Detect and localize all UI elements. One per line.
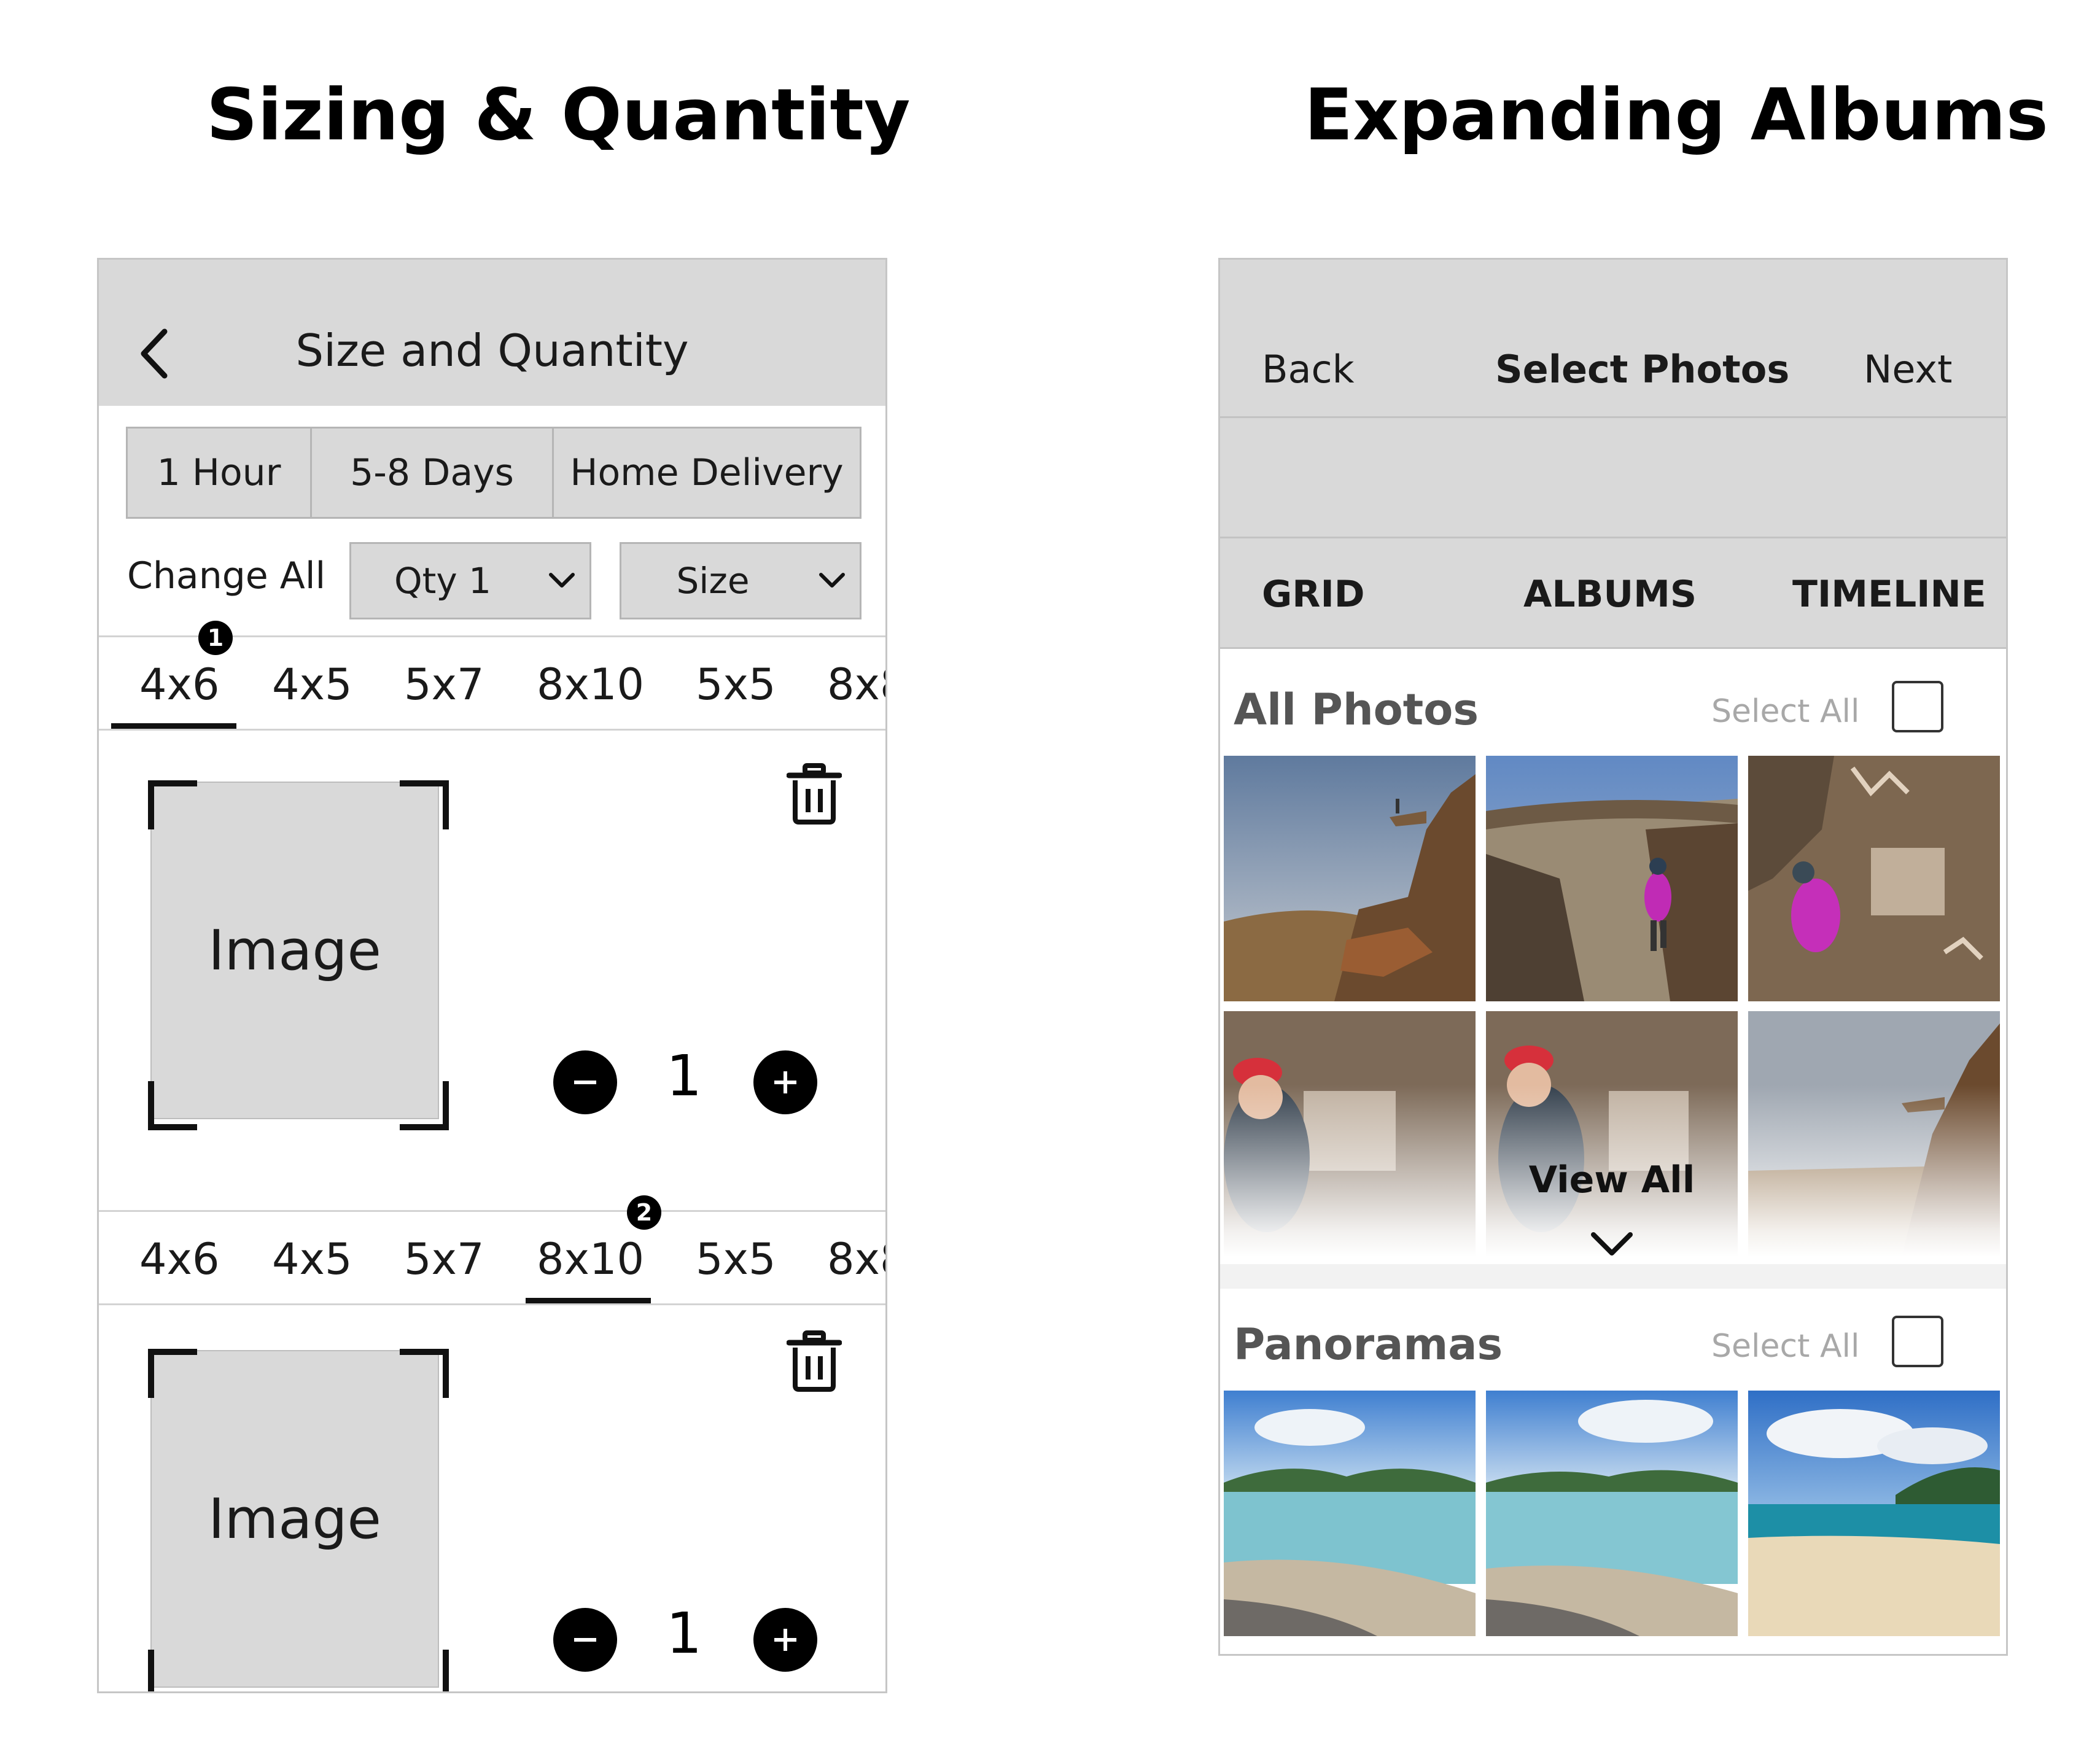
selected-size-indicator <box>111 723 236 729</box>
photo-thumbnail[interactable] <box>1224 756 1476 1001</box>
size-tabs: 4x6 4x5 5x7 8x10 5x5 8x8 <box>99 1212 885 1304</box>
fade-overlay <box>1748 1085 2000 1257</box>
crop-corner <box>400 780 449 829</box>
minus-icon <box>574 1081 596 1084</box>
select-photos-screen: Back Select Photos Next GRID ALBUMS TIME… <box>1218 258 2008 1656</box>
tab-grid[interactable]: GRID <box>1262 573 1365 616</box>
album-title-all-photos: All Photos <box>1234 685 1479 735</box>
image-placeholder[interactable]: Image <box>150 1350 439 1688</box>
size-tab-5x7[interactable]: 5x7 <box>404 659 484 710</box>
crop-corner <box>148 1349 197 1398</box>
photo-thumbnail[interactable] <box>1486 1391 1738 1636</box>
crop-corner <box>400 1349 449 1398</box>
quantity-value: 1 <box>666 1601 702 1666</box>
crop-corner <box>148 1081 197 1130</box>
plus-icon <box>774 1071 796 1093</box>
size-tab-5x5[interactable]: 5x5 <box>696 1234 776 1284</box>
photo-thumbnail[interactable] <box>1486 1011 1738 1257</box>
page-title: Size and Quantity <box>295 325 689 376</box>
plus-icon <box>774 1629 796 1651</box>
crop-corner <box>400 1650 449 1691</box>
nav-bar: Back Select Photos Next <box>1220 260 2006 418</box>
size-tab-8x8[interactable]: 8x8 <box>827 659 885 710</box>
selected-size-indicator <box>526 1298 651 1303</box>
photo-thumbnail[interactable] <box>1748 756 2000 1001</box>
photo-thumbnail[interactable] <box>1486 756 1738 1001</box>
crop-corner <box>400 1081 449 1130</box>
size-tab-4x5[interactable]: 4x5 <box>272 1234 352 1284</box>
size-dropdown-label: Size <box>676 560 750 602</box>
select-all-checkbox[interactable] <box>1892 681 1943 732</box>
size-quantity-screen: Size and Quantity 1 Hour 5-8 Days Home D… <box>97 258 887 1693</box>
select-all-checkbox[interactable] <box>1892 1316 1943 1367</box>
qty-dropdown-label: Qty 1 <box>394 560 492 602</box>
qty-dropdown[interactable]: Qty 1 <box>349 542 591 619</box>
next-button[interactable]: Next <box>1864 347 1952 392</box>
select-all-label[interactable]: Select All <box>1711 1328 1859 1365</box>
chevron-down-icon <box>534 572 589 589</box>
minus-icon <box>574 1638 596 1642</box>
photo-thumbnail[interactable] <box>1748 1011 2000 1257</box>
photo-thumbnail[interactable] <box>1748 1391 2000 1636</box>
delivery-option-5-8-days[interactable]: 5-8 Days <box>312 429 554 517</box>
increase-quantity-button[interactable] <box>753 1608 817 1672</box>
size-tab-8x10[interactable]: 8x10 <box>537 1234 644 1284</box>
heading-sizing-quantity: Sizing & Quantity <box>206 74 911 157</box>
photo-thumbnail[interactable] <box>1224 1391 1476 1636</box>
page-title: Select Photos <box>1495 347 1790 392</box>
view-tabs: GRID ALBUMS TIMELINE <box>1220 538 2006 649</box>
size-tab-5x5[interactable]: 5x5 <box>696 659 776 710</box>
decrease-quantity-button[interactable] <box>553 1608 617 1672</box>
album-title-panoramas: Panoramas <box>1234 1319 1503 1370</box>
select-all-label[interactable]: Select All <box>1711 693 1859 730</box>
size-tab-4x5[interactable]: 4x5 <box>272 659 352 710</box>
size-tab-5x7[interactable]: 5x7 <box>404 1234 484 1284</box>
decrease-quantity-button[interactable] <box>553 1050 617 1114</box>
step-badge: 1 <box>198 621 233 655</box>
delivery-option-home-delivery[interactable]: Home Delivery <box>554 429 860 517</box>
size-tab-8x10[interactable]: 8x10 <box>537 659 644 710</box>
tab-albums[interactable]: ALBUMS <box>1523 573 1697 616</box>
fade-overlay <box>1224 1085 1476 1257</box>
delivery-segmented-control: 1 Hour 5-8 Days Home Delivery <box>126 427 861 519</box>
heading-expanding-albums: Expanding Albums <box>1304 74 2048 157</box>
section-separator <box>1220 1264 2006 1289</box>
crop-corner <box>148 1650 197 1691</box>
quantity-value: 1 <box>666 1043 702 1109</box>
size-dropdown[interactable]: Size <box>620 542 861 619</box>
view-all-button[interactable]: View All <box>1486 1158 1738 1201</box>
crop-corner <box>148 780 197 829</box>
size-tab-8x8[interactable]: 8x8 <box>827 1234 885 1284</box>
increase-quantity-button[interactable] <box>753 1050 817 1114</box>
tab-timeline[interactable]: TIMELINE <box>1792 573 1986 616</box>
change-all-label: Change All <box>127 554 326 597</box>
chevron-down-icon <box>804 572 860 589</box>
step-badge: 2 <box>627 1195 661 1230</box>
size-tab-4x6[interactable]: 4x6 <box>139 1234 220 1284</box>
delivery-option-1-hour[interactable]: 1 Hour <box>128 429 312 517</box>
size-tab-4x6[interactable]: 4x6 <box>139 659 220 710</box>
header-spacer <box>1220 418 2006 538</box>
divider <box>99 729 885 731</box>
divider <box>99 1303 885 1305</box>
trash-icon[interactable] <box>787 1330 842 1392</box>
chevron-down-icon[interactable] <box>1590 1231 1634 1257</box>
image-placeholder[interactable]: Image <box>150 782 439 1119</box>
trash-icon[interactable] <box>787 763 842 825</box>
photo-thumbnail[interactable] <box>1224 1011 1476 1257</box>
back-button[interactable]: Back <box>1262 347 1355 392</box>
